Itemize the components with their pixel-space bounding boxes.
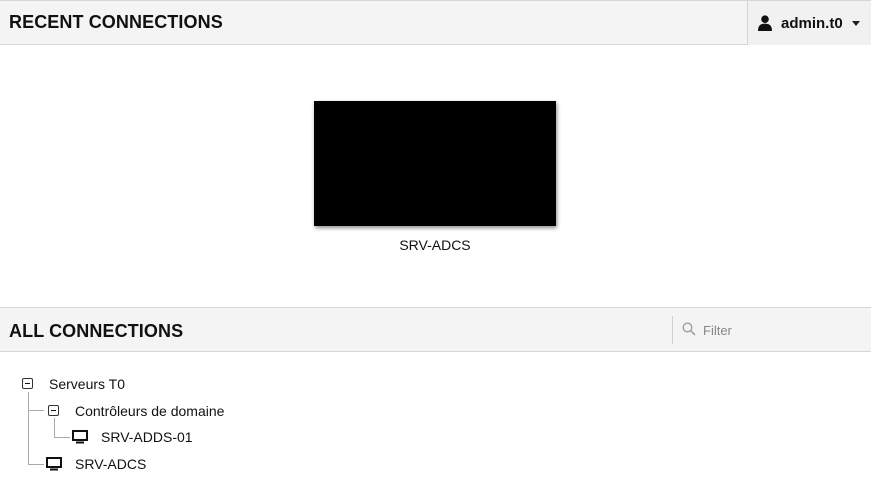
recent-connection-tile[interactable]: SRV-ADCS [314,101,556,253]
tree-connector [28,464,44,465]
collapse-toggle-icon[interactable] [22,378,33,389]
recent-connections-header: RECENT CONNECTIONS admin.t0 [0,0,871,45]
filter-box[interactable] [672,316,871,344]
chevron-down-icon[interactable] [852,21,860,26]
recent-connections-title: RECENT CONNECTIONS [9,12,223,32]
tree-group-label[interactable]: Serveurs T0 [49,376,125,392]
monitor-icon [46,457,62,471]
tree-connector [28,392,29,464]
tree-connector [28,410,44,411]
user-name: admin.t0 [781,15,843,32]
monitor-icon [72,430,88,444]
connection-thumbnail[interactable] [314,101,556,226]
tree-connection-label[interactable]: SRV-ADDS-01 [101,429,193,445]
tree-connection-label[interactable]: SRV-ADCS [75,456,146,472]
recent-connection-label[interactable]: SRV-ADCS [314,237,556,253]
user-menu[interactable]: admin.t0 [747,1,871,45]
search-icon [682,322,696,336]
user-icon [758,15,772,31]
tree-subgroup-label[interactable]: Contrôleurs de domaine [75,403,224,419]
tree-connector [54,437,70,438]
tree-connector [54,418,55,437]
collapse-toggle-icon[interactable] [48,405,59,416]
filter-input[interactable] [701,319,865,341]
all-connections-title: ALL CONNECTIONS [9,321,184,341]
all-connections-header: ALL CONNECTIONS [0,307,871,352]
